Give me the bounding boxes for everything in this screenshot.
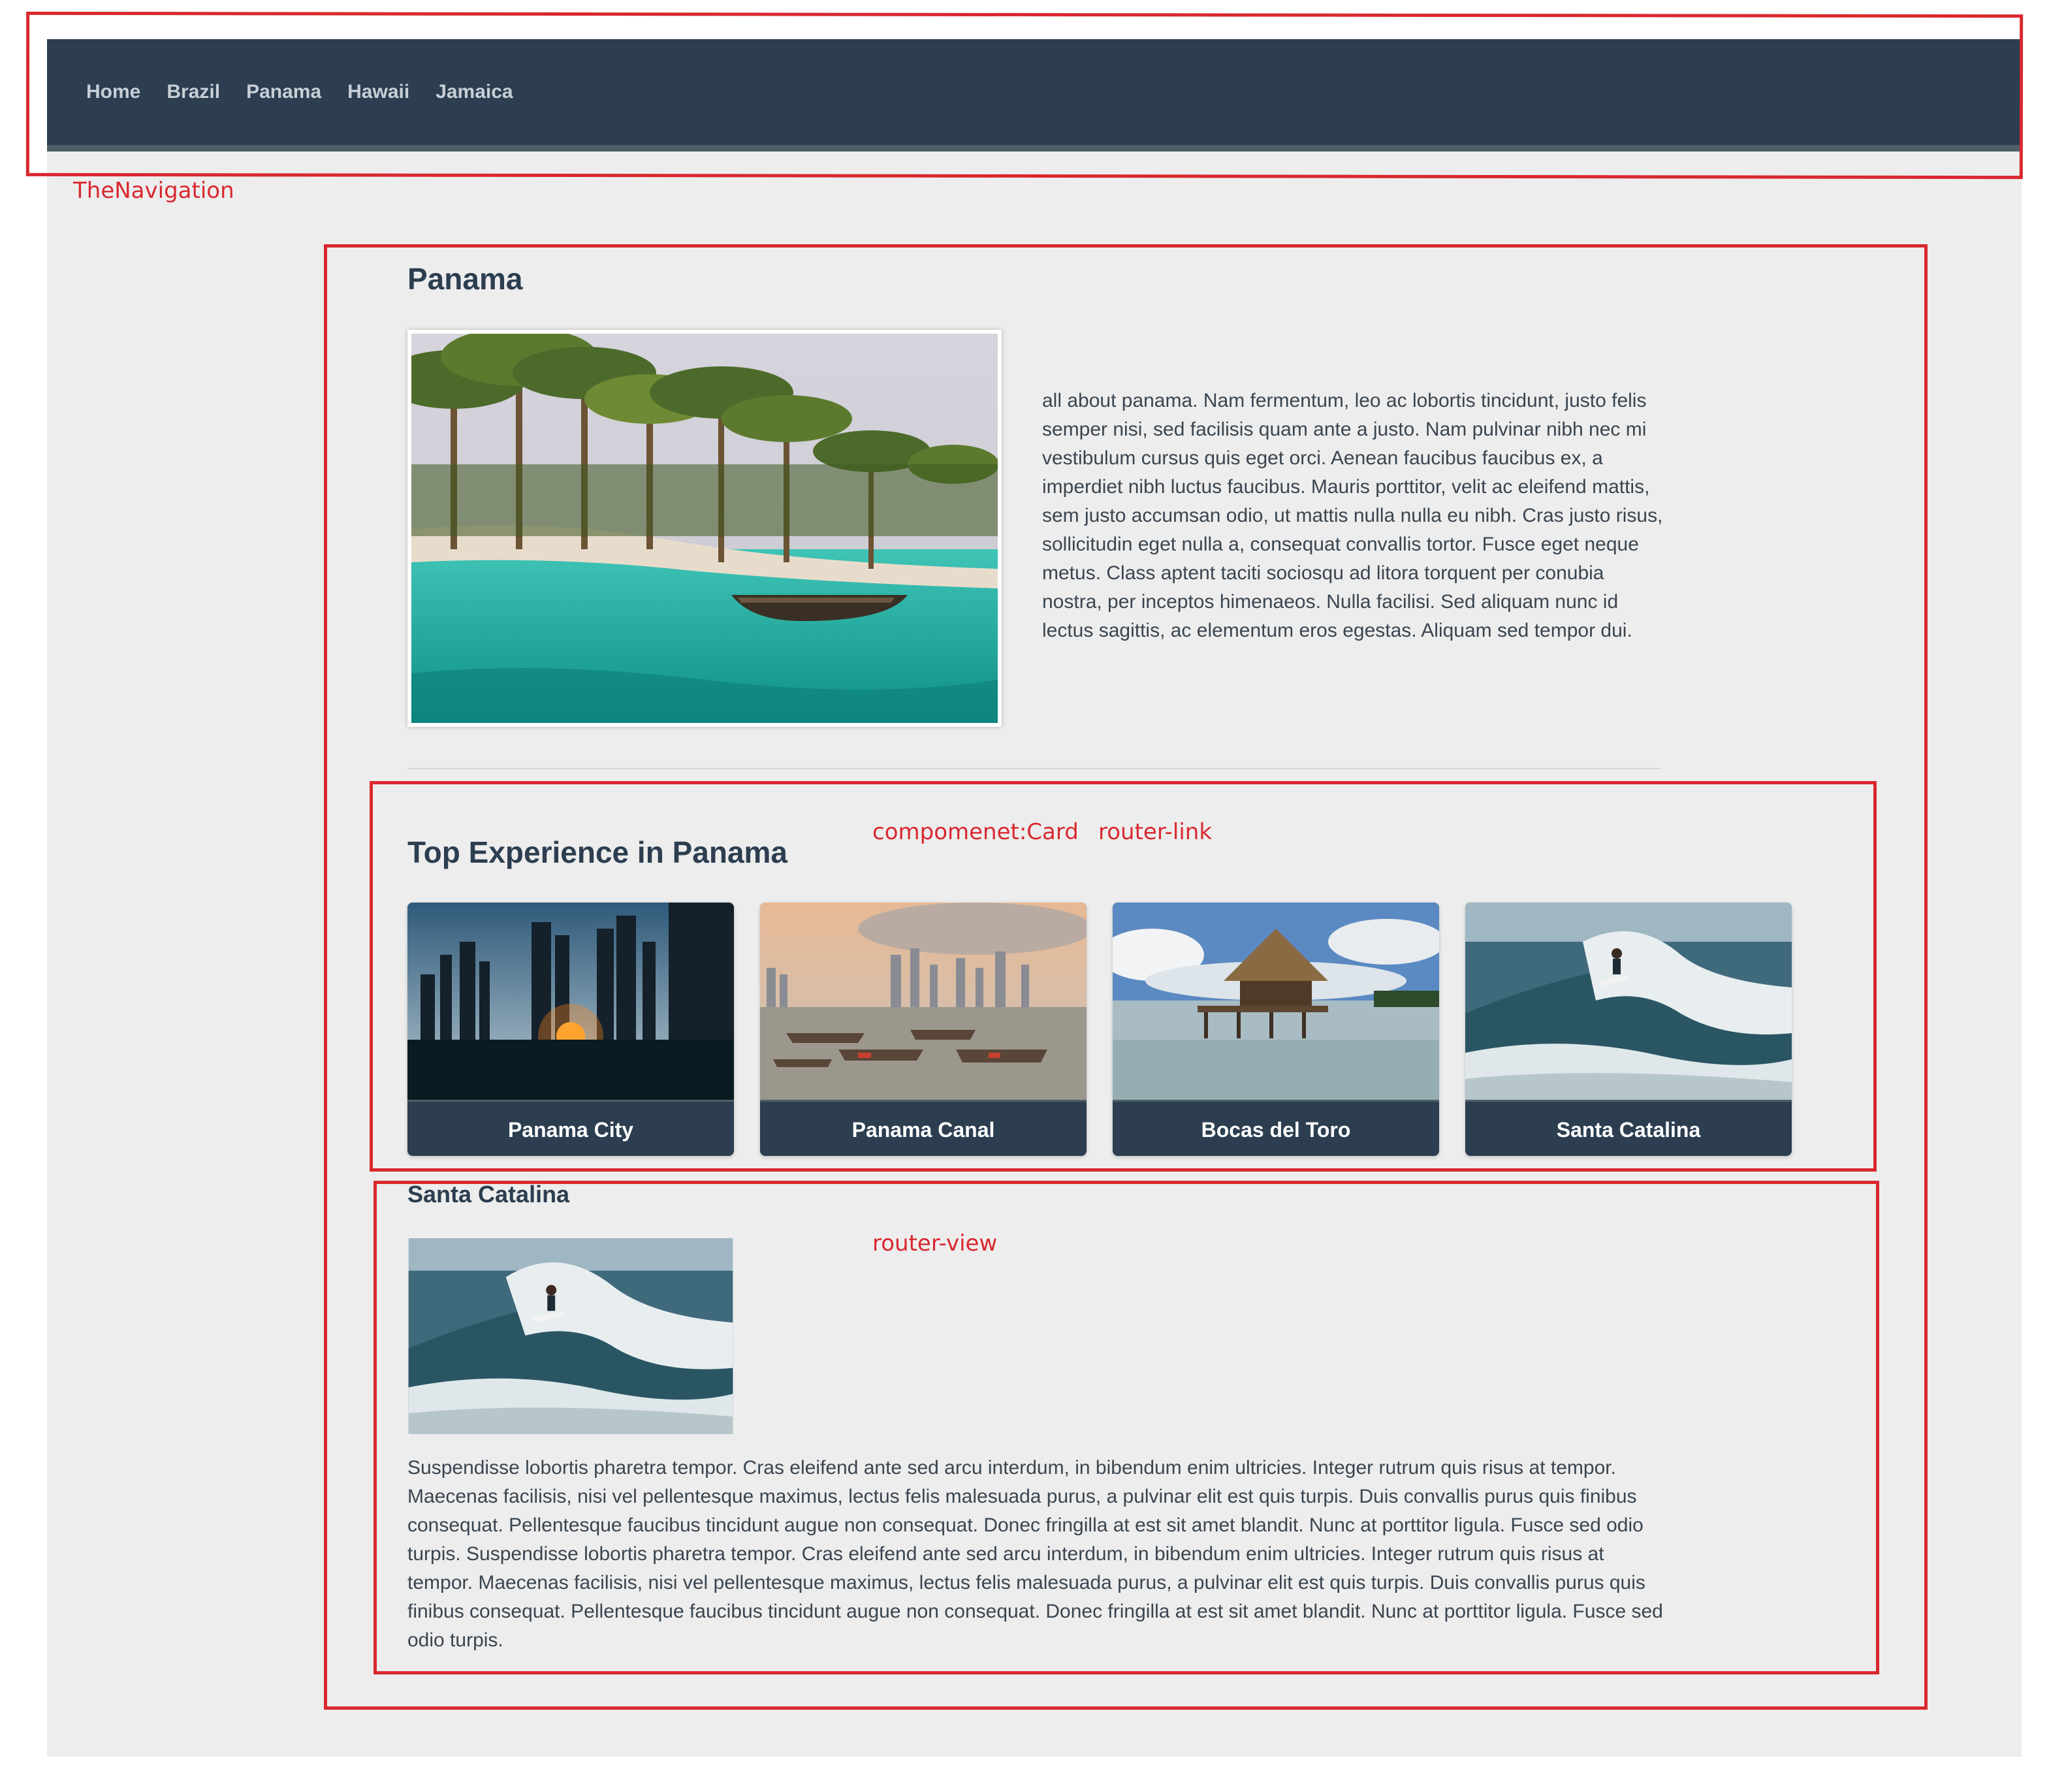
- experience-card-santa-catalina[interactable]: Santa Catalina: [1465, 903, 1792, 1156]
- experiences-title: Top Experience in Panama: [407, 835, 788, 869]
- hut-over-water-image: [1113, 903, 1439, 1100]
- annotation-label-router-view: router-view: [872, 1230, 998, 1256]
- card-label: Panama City: [407, 1100, 734, 1156]
- destination-title: Panama: [407, 262, 523, 296]
- surfer-wave-image: [408, 1238, 733, 1434]
- card-label: Panama Canal: [760, 1100, 1087, 1156]
- annotation-label-navigation: TheNavigation: [73, 178, 234, 204]
- experience-card-panama-city[interactable]: Panama City: [407, 903, 734, 1156]
- section-divider: [407, 768, 1661, 769]
- annotation-label-router-link: router-link: [1098, 819, 1213, 845]
- card-label: Santa Catalina: [1465, 1100, 1792, 1156]
- annotation-frame-navigation: [25, 11, 2024, 180]
- experience-detail-image: [407, 1238, 734, 1434]
- harbor-boats-image: [760, 903, 1087, 1100]
- beach-palms-image: [411, 334, 998, 723]
- experience-detail-title: Santa Catalina: [407, 1181, 570, 1208]
- experience-card-bocas-del-toro[interactable]: Bocas del Toro: [1113, 903, 1439, 1156]
- destination-hero-image: [407, 330, 1002, 727]
- destination-description: all about panama. Nam fermentum, leo ac …: [1042, 390, 1663, 641]
- experience-detail-description: Suspendisse lobortis pharetra tempor. Cr…: [407, 1457, 1663, 1651]
- city-sunset-image: [407, 903, 734, 1100]
- experience-card-panama-canal[interactable]: Panama Canal: [760, 903, 1087, 1156]
- annotation-label-card: compomenet:Card: [872, 819, 1079, 845]
- surfer-wave-image: [1465, 903, 1792, 1100]
- card-label: Bocas del Toro: [1113, 1100, 1439, 1156]
- experience-cards: Panama City Panama Canal Bocas del Toro …: [407, 903, 1792, 1156]
